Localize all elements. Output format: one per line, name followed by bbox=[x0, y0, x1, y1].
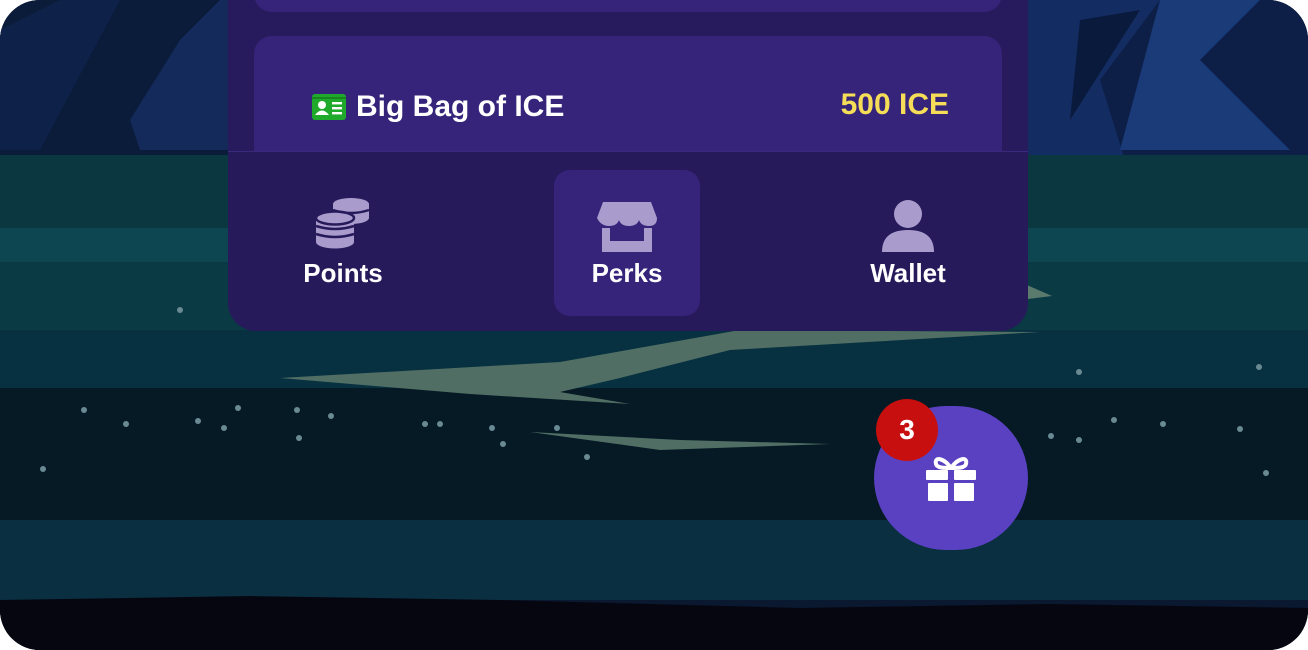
offer-price: 500 ICE bbox=[840, 88, 949, 121]
id-card-icon bbox=[312, 94, 346, 120]
nav-label-perks: Perks bbox=[591, 258, 663, 288]
user-icon bbox=[882, 200, 934, 252]
offer-title: Big Bag of ICE bbox=[356, 90, 565, 123]
nav-label-points: Points bbox=[303, 258, 383, 288]
gift-icon bbox=[926, 457, 976, 501]
notification-badge: 3 bbox=[876, 399, 938, 461]
nav-item-wallet[interactable]: Wallet bbox=[835, 170, 981, 316]
previous-offer-card[interactable] bbox=[254, 0, 1002, 12]
nav-item-perks[interactable]: Perks bbox=[554, 170, 700, 316]
shop-icon bbox=[597, 202, 657, 252]
app-frame: Big Bag of ICE 500 ICE Points Perks Wall… bbox=[0, 0, 1308, 650]
bottom-nav: Points Perks Wallet bbox=[228, 151, 1028, 331]
nav-item-points[interactable]: Points bbox=[270, 170, 416, 316]
nav-label-wallet: Wallet bbox=[870, 258, 946, 288]
coins-icon bbox=[314, 198, 370, 249]
store-panel: Big Bag of ICE 500 ICE Points Perks Wall… bbox=[228, 0, 1028, 331]
